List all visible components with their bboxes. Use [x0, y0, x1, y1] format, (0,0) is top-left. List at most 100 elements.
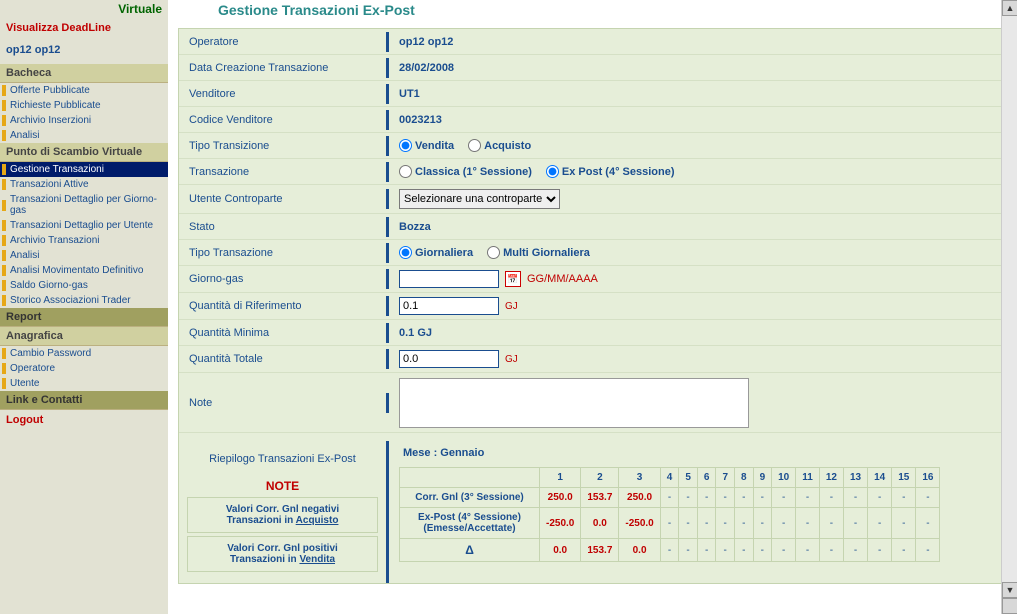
table-cell: -: [819, 539, 843, 562]
radio-multi-giornaliera[interactable]: Multi Giornaliera: [487, 246, 590, 259]
summary-title: Riepilogo Transazioni Ex-Post: [187, 449, 378, 475]
table-cell: -: [679, 539, 698, 562]
sidebar-item-saldo-giorno-gas[interactable]: Saldo Giorno-gas: [0, 278, 168, 293]
day-header: 8: [735, 468, 754, 488]
deadline-link[interactable]: Visualizza DeadLine: [0, 18, 168, 38]
label-tipo-transazione: Tipo Transazione: [179, 243, 389, 263]
scroll-up-icon[interactable]: ▲: [1002, 0, 1017, 16]
scroll-corner: [1002, 598, 1017, 614]
day-header: 3: [619, 468, 660, 488]
label-tipo-transizione: Tipo Transizione: [179, 136, 389, 156]
label-giorno-gas: Giorno-gas: [179, 269, 389, 289]
sidebar-item-offerte-pubblicate[interactable]: Offerte Pubblicate: [0, 83, 168, 98]
day-header: 10: [772, 468, 796, 488]
table-cell: -: [660, 539, 679, 562]
sidebar-item-operatore[interactable]: Operatore: [0, 361, 168, 376]
calendar-icon[interactable]: 📅: [505, 271, 521, 287]
table-cell: -: [868, 539, 892, 562]
textarea-note[interactable]: [399, 378, 749, 428]
select-controparte[interactable]: Selezionare una controparte: [399, 189, 560, 209]
label-codice-venditore: Codice Venditore: [179, 110, 389, 130]
scroll-down-icon[interactable]: ▼: [1002, 582, 1017, 598]
radio-vendita[interactable]: Vendita: [399, 139, 454, 152]
sidebar-item-transazioni-attive[interactable]: Transazioni Attive: [0, 177, 168, 192]
sidebar-item-analisi-psv[interactable]: Analisi: [0, 248, 168, 263]
table-cell: -: [697, 539, 716, 562]
label-transazione: Transazione: [179, 162, 389, 182]
input-giorno-gas[interactable]: [399, 270, 499, 288]
label-data-creazione: Data Creazione Transazione: [179, 58, 389, 78]
table-cell: -: [916, 539, 940, 562]
sidebar-item-archivio-inserzioni[interactable]: Archivio Inserzioni: [0, 113, 168, 128]
sidebar-item-gestione-transazioni[interactable]: Gestione Transazioni: [0, 162, 168, 177]
radio-acquisto[interactable]: Acquisto: [468, 139, 531, 152]
row-label: Δ: [400, 539, 540, 562]
label-venditore: Venditore: [179, 84, 389, 104]
sidebar-item-richieste-pubblicate[interactable]: Richieste Pubblicate: [0, 98, 168, 113]
value-quantita-min: 0.1 GJ: [399, 327, 432, 339]
outer-scrollbar[interactable]: ▲ ▼: [1001, 0, 1017, 614]
table-cell: -: [679, 488, 698, 508]
table-cell: 0.0: [581, 508, 619, 539]
label-utente-controparte: Utente Controparte: [179, 189, 389, 209]
table-cell: -: [892, 508, 916, 539]
day-header: 9: [753, 468, 772, 488]
section-link[interactable]: Link e Contatti: [0, 391, 168, 410]
radio-tipo-transazione: Giornaliera Multi Giornaliera: [399, 246, 590, 259]
day-header: 5: [679, 468, 698, 488]
unit-gj-rif: GJ: [505, 301, 518, 312]
table-cell: 0.0: [619, 539, 660, 562]
link-acquisto[interactable]: Acquisto: [296, 515, 339, 526]
sidebar-item-utente[interactable]: Utente: [0, 376, 168, 391]
value-operatore: op12 op12: [389, 32, 1006, 52]
value-venditore: UT1: [389, 84, 1006, 104]
row-label: Ex-Post (4° Sessione)(Emesse/Accettate): [400, 508, 540, 539]
value-stato: Bozza: [389, 217, 1006, 237]
radio-tipo-transizione: Vendita Acquisto: [399, 139, 531, 152]
radio-giornaliera[interactable]: Giornaliera: [399, 246, 473, 259]
table-cell: -: [772, 539, 796, 562]
table-cell: -: [735, 539, 754, 562]
table-cell: -: [753, 508, 772, 539]
logout-link[interactable]: Logout: [0, 410, 168, 430]
input-quantita-tot[interactable]: [399, 350, 499, 368]
table-cell: -: [716, 539, 735, 562]
table-cell: -: [892, 488, 916, 508]
value-data-creazione: 28/02/2008: [389, 58, 1006, 78]
table-cell: -: [716, 488, 735, 508]
table-cell: -: [892, 539, 916, 562]
label-quantita-min: Quantità Minima: [179, 323, 389, 343]
month-label: Mese : Gennaio: [399, 447, 1006, 467]
table-row: Ex-Post (4° Sessione)(Emesse/Accettate) -…: [400, 508, 940, 539]
table-cell: -: [772, 508, 796, 539]
sidebar-item-dettaglio-giorno-gas[interactable]: Transazioni Dettaglio per Giorno-gas: [0, 192, 168, 218]
label-note: Note: [179, 393, 389, 413]
table-cell: -: [753, 539, 772, 562]
unit-gj-tot: GJ: [505, 354, 518, 365]
day-header: 14: [868, 468, 892, 488]
day-header: 7: [716, 468, 735, 488]
table-cell: -: [868, 508, 892, 539]
sidebar-item-storico-associazioni[interactable]: Storico Associazioni Trader: [0, 293, 168, 308]
radio-classica[interactable]: Classica (1° Sessione): [399, 165, 532, 178]
value-codice-venditore: 0023213: [389, 110, 1006, 130]
section-report[interactable]: Report: [0, 308, 168, 327]
page-title: Gestione Transazioni Ex-Post: [178, 0, 1007, 28]
summary-panel: Riepilogo Transazioni Ex-Post NOTE Valor…: [179, 441, 1006, 583]
label-quantita-rif: Quantità di Riferimento: [179, 296, 389, 316]
user-label: op12 op12: [0, 38, 168, 64]
sidebar-item-dettaglio-utente[interactable]: Transazioni Dettaglio per Utente: [0, 218, 168, 233]
radio-expost[interactable]: Ex Post (4° Sessione): [546, 165, 675, 178]
table-cell: -: [843, 539, 867, 562]
sidebar-item-analisi-bacheca[interactable]: Analisi: [0, 128, 168, 143]
input-quantita-rif[interactable]: [399, 297, 499, 315]
link-vendita[interactable]: Vendita: [299, 554, 335, 565]
sidebar-item-archivio-transazioni[interactable]: Archivio Transazioni: [0, 233, 168, 248]
sidebar-item-analisi-movimentato[interactable]: Analisi Movimentato Definitivo: [0, 263, 168, 278]
day-header: 12: [819, 468, 843, 488]
table-cell: 250.0: [619, 488, 660, 508]
sidebar-item-cambio-password[interactable]: Cambio Password: [0, 346, 168, 361]
table-cell: -: [697, 488, 716, 508]
table-cell: 250.0: [540, 488, 581, 508]
day-header: 15: [892, 468, 916, 488]
